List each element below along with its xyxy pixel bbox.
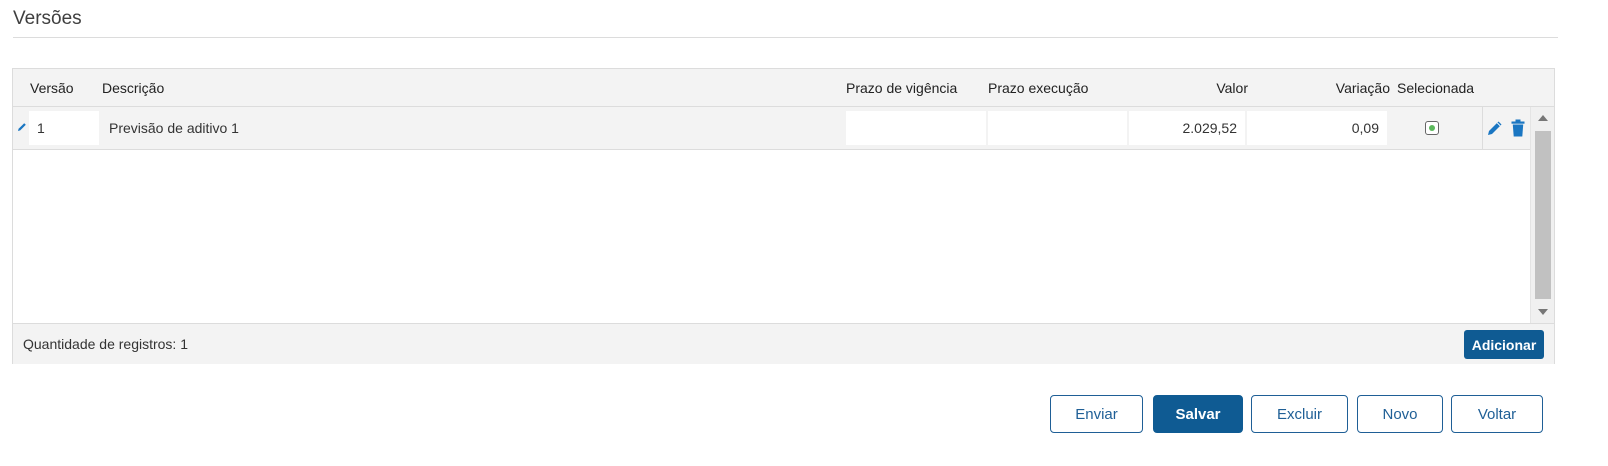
novo-button[interactable]: Novo xyxy=(1357,395,1443,433)
column-header-valor[interactable]: Valor xyxy=(1128,80,1248,96)
column-header-variacao[interactable]: Variação xyxy=(1246,80,1390,96)
table-row[interactable]: 1 Previsão de aditivo 1 2.029,52 0,09 xyxy=(13,107,1530,150)
scroll-thumb[interactable] xyxy=(1535,131,1551,299)
column-header-versao[interactable]: Versão xyxy=(30,80,74,96)
add-button[interactable]: Adicionar xyxy=(1464,330,1544,359)
trash-icon[interactable] xyxy=(1511,119,1525,137)
grid-header: Versão Descrição Prazo de vigência Prazo… xyxy=(13,69,1554,107)
cell-prazo-execucao[interactable] xyxy=(988,111,1127,145)
row-edit-indicator-icon xyxy=(18,123,26,131)
vertical-scrollbar[interactable] xyxy=(1530,107,1554,323)
actions-divider xyxy=(1482,107,1483,150)
salvar-button[interactable]: Salvar xyxy=(1153,395,1243,433)
cell-versao[interactable]: 1 xyxy=(29,111,99,145)
cell-valor[interactable]: 2.029,52 xyxy=(1129,111,1245,145)
selected-indicator xyxy=(1429,125,1435,131)
versions-grid: Versão Descrição Prazo de vigência Prazo… xyxy=(12,68,1555,364)
column-header-prazo-vigencia[interactable]: Prazo de vigência xyxy=(846,80,957,96)
section-title: Versões xyxy=(13,8,82,29)
scroll-up-arrow-icon[interactable] xyxy=(1538,115,1548,121)
cell-prazo-vigencia[interactable] xyxy=(846,111,986,145)
scroll-down-arrow-icon[interactable] xyxy=(1538,309,1548,315)
cell-descricao[interactable]: Previsão de aditivo 1 xyxy=(101,111,841,145)
column-header-selecionada[interactable]: Selecionada xyxy=(1397,80,1474,96)
grid-footer: Quantidade de registros: 1 Adicionar xyxy=(13,323,1554,364)
grid-body: 1 Previsão de aditivo 1 2.029,52 0,09 xyxy=(13,107,1530,323)
cell-variacao[interactable]: 0,09 xyxy=(1247,111,1387,145)
pencil-icon[interactable] xyxy=(1486,119,1504,137)
enviar-button[interactable]: Enviar xyxy=(1050,395,1143,433)
selected-radio[interactable] xyxy=(1425,121,1439,135)
voltar-button[interactable]: Voltar xyxy=(1451,395,1543,433)
record-count: Quantidade de registros: 1 xyxy=(23,336,188,352)
title-divider xyxy=(13,37,1558,38)
column-header-descricao[interactable]: Descrição xyxy=(102,80,164,96)
excluir-button[interactable]: Excluir xyxy=(1251,395,1348,433)
column-header-prazo-execucao[interactable]: Prazo execução xyxy=(988,80,1088,96)
